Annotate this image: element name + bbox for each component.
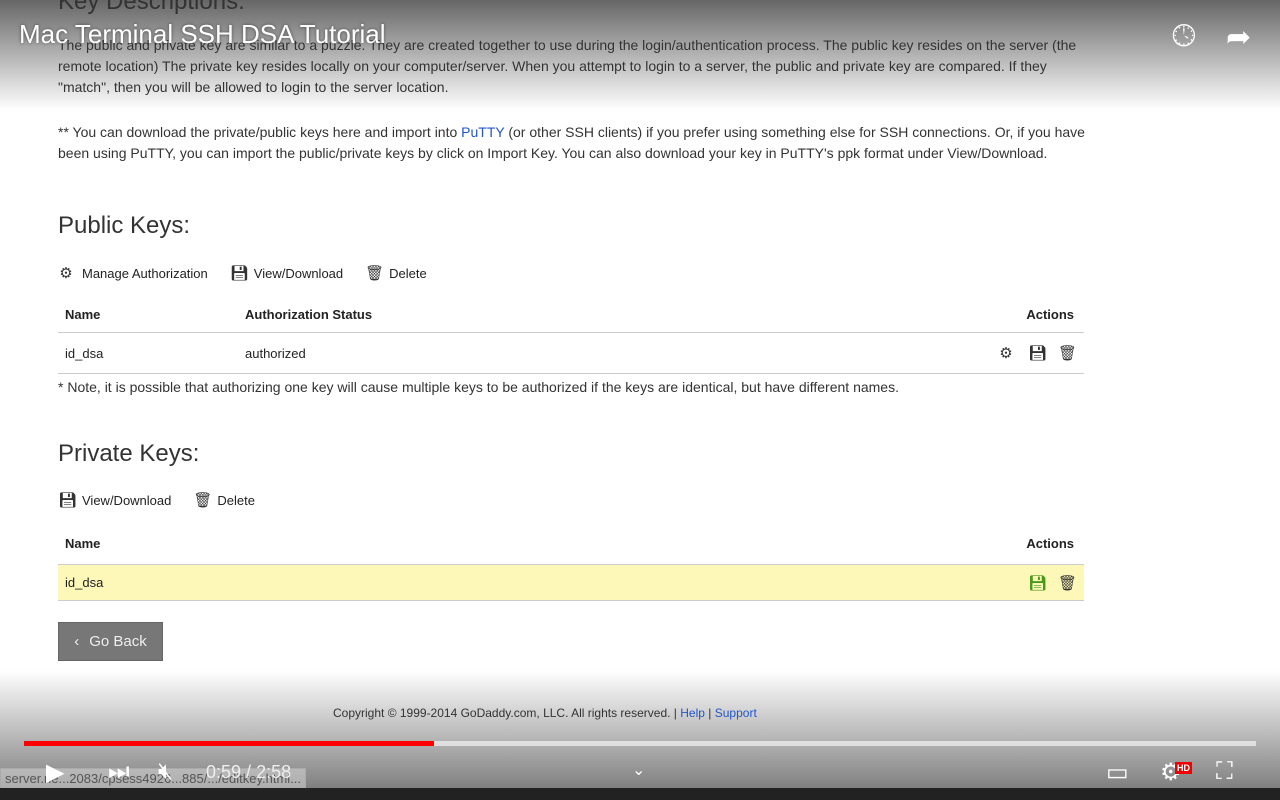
- chevron-left-icon: ‹: [74, 633, 80, 650]
- floppy-disk-icon[interactable]: 💾︎: [1028, 574, 1047, 592]
- view-download-label: View/Download: [253, 265, 344, 281]
- support-link[interactable]: Support: [715, 706, 757, 720]
- delete-label: Delete: [217, 492, 255, 508]
- table-header: Name Actions: [58, 523, 1084, 565]
- progress-bar[interactable]: [24, 741, 1256, 746]
- hd-badge: HD: [1175, 762, 1192, 774]
- public-view-download-button[interactable]: 💾︎ View/Download: [230, 264, 343, 282]
- gear-icon: ⚙: [59, 265, 73, 282]
- column-name: Name: [65, 306, 101, 322]
- manage-authorization-label: Manage Authorization: [82, 265, 208, 281]
- key-name: id_dsa: [65, 345, 104, 361]
- current-time: 0:59: [206, 762, 242, 782]
- trash-icon: 🗑︎: [365, 265, 385, 282]
- copyright: Copyright © 1999-2014 GoDaddy.com, LLC. …: [333, 706, 677, 720]
- play-icon[interactable]: ▶: [46, 758, 64, 787]
- putty-text-pre: ** You can download the private/public k…: [58, 124, 462, 140]
- exit-fullscreen-icon[interactable]: ⛶: [1216, 758, 1233, 786]
- muted-volume-icon[interactable]: 🔇︎: [158, 758, 173, 786]
- time-display: 0:59 / 2:58: [206, 762, 291, 783]
- column-authorization-status: Authorization Status: [245, 306, 373, 322]
- go-back-label: Go Back: [89, 633, 147, 650]
- gear-icon[interactable]: ⚙: [998, 344, 1014, 362]
- chevron-down-icon[interactable]: ⌄: [632, 760, 645, 780]
- table-row: id_dsa authorized ⚙ 💾︎ 🗑︎: [58, 333, 1084, 374]
- authorization-status: authorized: [245, 345, 306, 361]
- key-descriptions-heading: Key Descriptions:: [58, 0, 245, 15]
- view-download-label: View/Download: [82, 492, 172, 508]
- table-row: id_dsa 💾︎ 🗑︎: [58, 565, 1084, 601]
- share-arrow-icon[interactable]: ➦: [1226, 20, 1251, 55]
- manage-authorization-button[interactable]: ⚙ Manage Authorization: [58, 264, 208, 282]
- public-delete-button[interactable]: 🗑︎ Delete: [365, 264, 427, 282]
- taskbar-strip: [0, 788, 1280, 800]
- column-actions: Actions: [1026, 306, 1074, 322]
- watch-later-clock-icon[interactable]: 🕓︎: [1172, 20, 1196, 54]
- subtitles-icon[interactable]: ▭: [1106, 758, 1129, 787]
- private-keys-table: Name Actions id_dsa 💾︎ 🗑︎: [58, 523, 1084, 601]
- table-header: Name Authorization Status Actions: [58, 296, 1084, 333]
- private-view-download-button[interactable]: 💾︎ View/Download: [58, 491, 171, 509]
- authorization-note: * Note, it is possible that authorizing …: [58, 379, 899, 395]
- progress-fill: [24, 741, 435, 746]
- next-icon[interactable]: ⏭︎: [108, 758, 130, 786]
- column-actions: Actions: [1026, 536, 1074, 551]
- delete-label: Delete: [389, 265, 427, 281]
- putty-paragraph: ** You can download the private/public k…: [58, 122, 1088, 164]
- trash-icon[interactable]: 🗑︎: [1058, 344, 1077, 362]
- public-keys-table: Name Authorization Status Actions id_dsa au…: [58, 296, 1084, 374]
- key-name: id_dsa: [65, 575, 104, 590]
- footer: Copyright © 1999-2014 GoDaddy.com, LLC. …: [333, 706, 757, 720]
- trash-icon[interactable]: 🗑︎: [1058, 574, 1077, 592]
- floppy-disk-icon: 💾︎: [229, 265, 249, 282]
- private-keys-toolbar: 💾︎ View/Download 🗑︎ Delete: [58, 491, 255, 509]
- video-title[interactable]: Mac Terminal SSH DSA Tutorial: [19, 20, 386, 48]
- putty-link[interactable]: PuTTY: [461, 124, 504, 140]
- private-delete-button[interactable]: 🗑︎ Delete: [193, 491, 255, 509]
- floppy-disk-icon[interactable]: 💾︎: [1028, 344, 1047, 362]
- public-keys-heading: Public Keys:: [58, 212, 191, 239]
- time-separator: /: [241, 762, 257, 782]
- floppy-disk-icon: 💾︎: [58, 492, 78, 509]
- help-link[interactable]: Help: [680, 706, 705, 720]
- private-keys-heading: Private Keys:: [58, 440, 200, 467]
- public-keys-toolbar: ⚙ Manage Authorization 💾︎ View/Download 🗑︎…: [58, 264, 427, 282]
- go-back-button[interactable]: ‹ Go Back: [58, 622, 163, 661]
- footer-separator: |: [708, 706, 712, 720]
- column-name: Name: [65, 536, 101, 551]
- duration: 2:58: [256, 762, 292, 782]
- trash-icon: 🗑︎: [193, 492, 213, 509]
